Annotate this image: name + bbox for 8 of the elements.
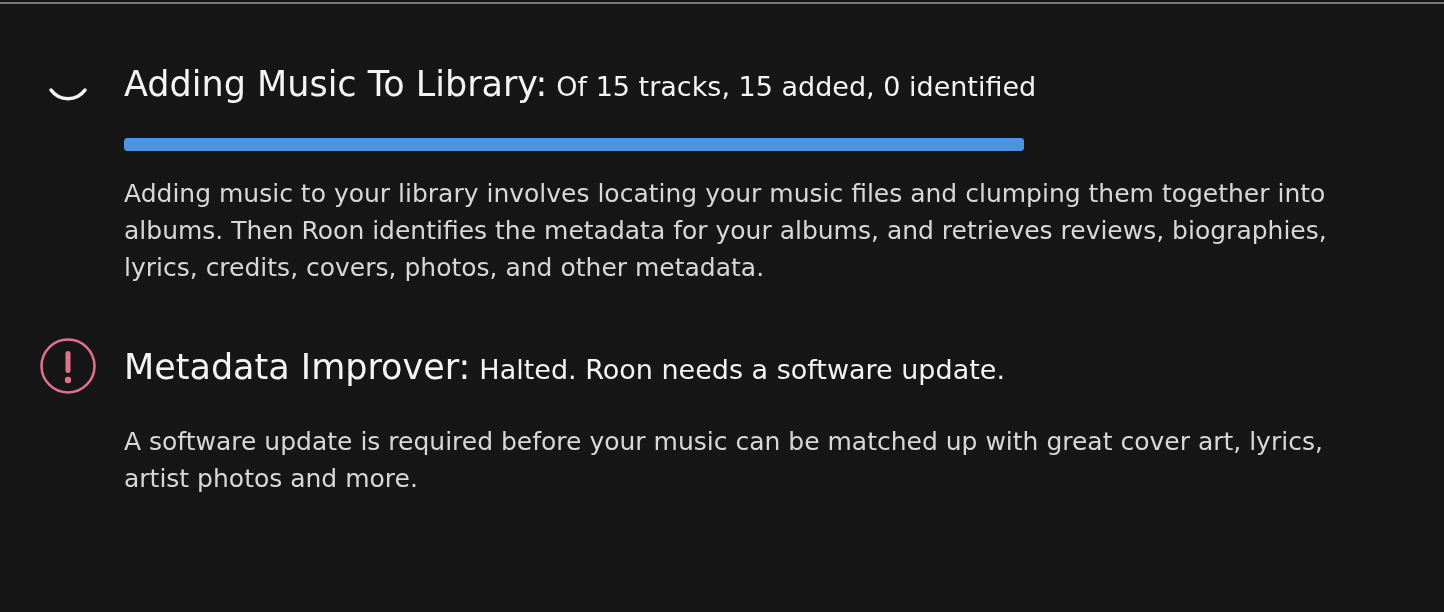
task-status: Of 15 tracks, 15 added, 0 identified: [556, 70, 1037, 104]
task-title: Adding Music To Library:: [124, 64, 548, 104]
task-title: Metadata Improver:: [124, 347, 471, 387]
task-description: A software update is required before your music can be matched up with great cover art, lyrics, artist photos and more.: [124, 426, 1324, 495]
spinner-icon: [48, 87, 88, 101]
alert-icon: [40, 338, 96, 394]
task-status: Halted. Roon needs a software update.: [479, 353, 1005, 387]
task-description: Adding music to your library involves locating your music files and clumping them together into albums. Then Roon identifies the metadata for your albums, and retrieves reviews, biographies, lyrics, credits, covers, photos, and other metadata.: [124, 178, 1328, 284]
